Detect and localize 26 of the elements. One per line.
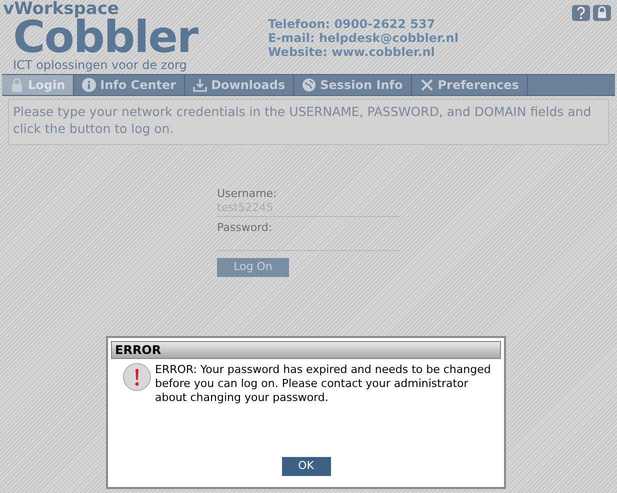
help-icon[interactable] xyxy=(572,5,590,21)
nav-tab[interactable]: Preferences xyxy=(412,75,528,95)
error-message: ERROR: Your password has expired and needs to be changed before you can log on. Please contact your administrator about changing your password. xyxy=(155,363,492,405)
dialog-title: ERROR xyxy=(115,342,162,359)
ok-button[interactable]: OK xyxy=(282,457,330,476)
tagline: ICT oplossingen voor de zorg xyxy=(12,58,188,72)
nav-tab[interactable]: Downloads xyxy=(185,75,294,95)
tools-icon xyxy=(420,78,434,92)
nav-tab[interactable]: Session Info xyxy=(294,75,412,95)
lock-icon[interactable] xyxy=(593,5,611,21)
download-icon xyxy=(193,78,208,92)
info-icon xyxy=(82,78,96,92)
product-name: vWorkspace xyxy=(3,0,119,18)
exclamation-icon xyxy=(123,363,151,391)
contact-line: E-mail: helpdesk@cobbler.nl xyxy=(268,31,458,45)
contact-line: Website: www.cobbler.nl xyxy=(268,45,436,59)
padlock-icon xyxy=(10,78,24,92)
contact-line: Telefoon: 0900-2622 537 xyxy=(268,17,436,31)
instructions-text: Please type your network credentials in the USERNAME, PASSWORD, and DOMAIN fields and click the button to log on. xyxy=(13,103,592,137)
password-label: Password: xyxy=(217,221,274,235)
globe-icon xyxy=(302,78,316,92)
nav-tab[interactable]: Info Center xyxy=(74,75,186,95)
username-label: Username: xyxy=(217,187,278,201)
nav-tab[interactable]: Login xyxy=(2,75,74,95)
log-on-button[interactable]: Log On xyxy=(217,258,289,277)
brand-logo: Cobbler xyxy=(13,18,200,58)
